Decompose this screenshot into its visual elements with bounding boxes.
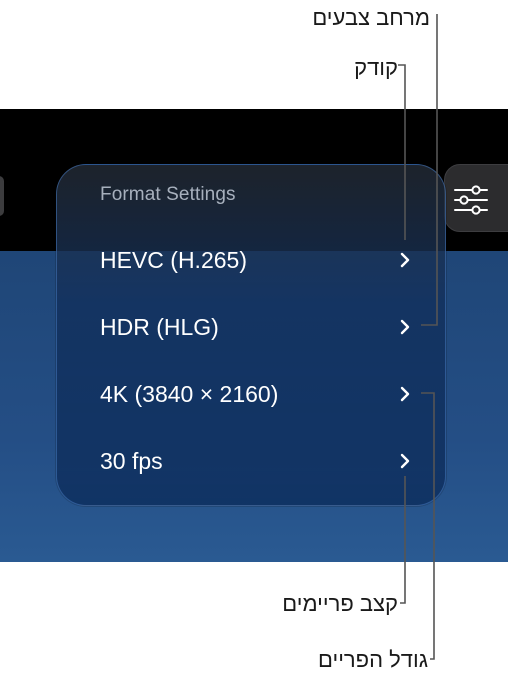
callout-frame-size: גודל הפריים	[318, 647, 428, 672]
callout-color-space: מרחב צבעים	[312, 5, 430, 30]
callout-leader-lines	[398, 14, 438, 660]
callout-frame-rate: קצב פריימים	[282, 591, 398, 616]
frame-rate-leader	[400, 476, 406, 604]
frame-size-leader	[421, 392, 435, 660]
color-space-leader	[421, 14, 438, 326]
callout-codec: קודק	[354, 55, 398, 80]
codec-leader	[398, 64, 406, 240]
